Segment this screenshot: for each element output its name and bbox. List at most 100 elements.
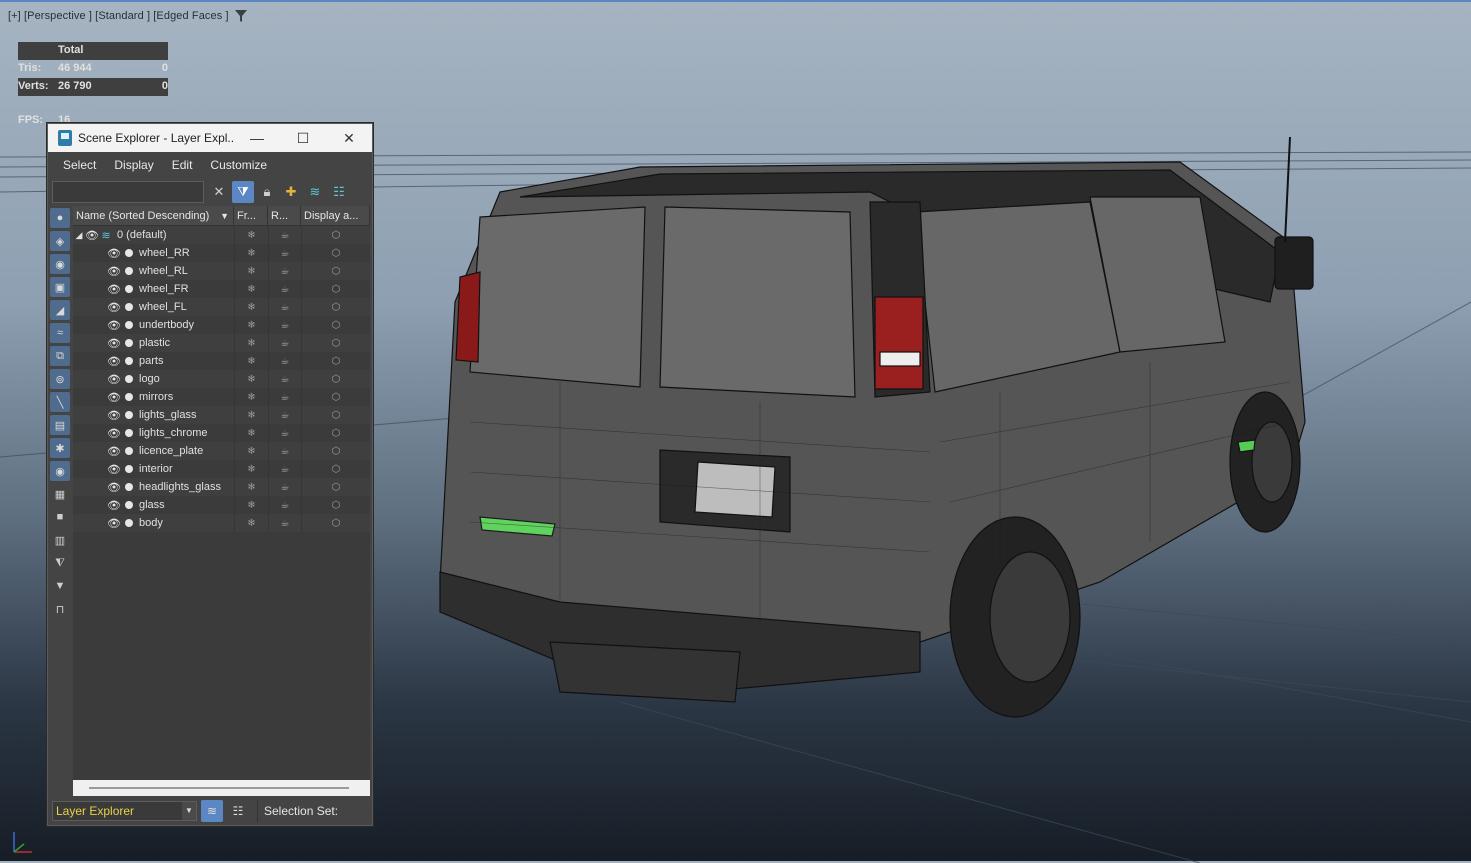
selection-set-label[interactable]: Selection Set: xyxy=(257,799,338,822)
menu-customize[interactable]: Customize xyxy=(201,158,276,172)
layer-row[interactable]: 👁︎ mirrors ❄ ☕︎ ⬡ xyxy=(73,388,370,406)
cube-icon[interactable]: ⬡ xyxy=(301,244,370,262)
eye-icon[interactable]: 👁︎ xyxy=(107,265,121,278)
snowflake-icon[interactable]: ❄ xyxy=(234,298,268,316)
chevron-down-icon[interactable]: ▼ xyxy=(182,801,196,820)
explorer-titlebar[interactable]: Scene Explorer - Layer Expl... — ☐ ✕ xyxy=(48,124,372,152)
snowflake-icon[interactable]: ❄ xyxy=(234,496,268,514)
layer-row[interactable]: 👁︎ wheel_RL ❄ ☕︎ ⬡ xyxy=(73,262,370,280)
cube-icon[interactable]: ⬡ xyxy=(301,352,370,370)
layer-row[interactable]: 👁︎ interior ❄ ☕︎ ⬡ xyxy=(73,460,370,478)
display-cameras-icon[interactable]: ▣ xyxy=(50,277,70,297)
cube-icon[interactable]: ⬡ xyxy=(301,298,370,316)
cube-icon[interactable]: ⬡ xyxy=(301,424,370,442)
display-xrefs-icon[interactable]: ⊚ xyxy=(50,369,70,389)
snowflake-icon[interactable]: ❄ xyxy=(234,442,268,460)
display-all-icon[interactable]: ▦ xyxy=(50,484,70,504)
snowflake-icon[interactable]: ❄ xyxy=(234,352,268,370)
teapot-icon[interactable]: ☕︎ xyxy=(268,226,301,244)
eye-icon[interactable]: 👁︎ xyxy=(107,463,121,476)
layers-icon[interactable]: ≋ xyxy=(201,799,223,822)
snowflake-icon[interactable]: ❄ xyxy=(234,226,268,244)
display-lights-icon[interactable]: ◉ xyxy=(50,254,70,274)
column-name[interactable]: Name (Sorted Descending) ▼ xyxy=(73,206,234,225)
display-helpers-icon[interactable]: ◢ xyxy=(50,300,70,320)
layer-row[interactable]: 👁︎ parts ❄ ☕︎ ⬡ xyxy=(73,352,370,370)
layer-row-default[interactable]: ◢ 👁︎ ≋ 0 (default) ❄ ☕︎ ⬡ xyxy=(73,226,370,244)
display-hidden-icon[interactable]: ◉ xyxy=(50,461,70,481)
cube-icon[interactable]: ⬡ xyxy=(301,460,370,478)
filter-off-icon[interactable]: ⧨ xyxy=(50,553,70,573)
cube-icon[interactable]: ⬡ xyxy=(301,226,370,244)
snowflake-icon[interactable]: ❄ xyxy=(234,262,268,280)
display-none-icon[interactable]: ■ xyxy=(50,507,70,527)
menu-display[interactable]: Display xyxy=(105,158,162,172)
eye-icon[interactable]: 👁︎ xyxy=(107,427,121,440)
teapot-icon[interactable]: ☕︎ xyxy=(268,352,301,370)
display-bones-icon[interactable]: ╲ xyxy=(50,392,70,412)
column-render[interactable]: R... xyxy=(268,206,301,225)
cube-icon[interactable]: ⬡ xyxy=(301,442,370,460)
cube-icon[interactable]: ⬡ xyxy=(301,478,370,496)
search-input[interactable] xyxy=(52,181,204,203)
cube-icon[interactable]: ⬡ xyxy=(301,262,370,280)
explorer-type-dropdown[interactable]: Layer Explorer ▼ xyxy=(52,800,197,821)
cube-icon[interactable]: ⬡ xyxy=(301,388,370,406)
snowflake-icon[interactable]: ❄ xyxy=(234,478,268,496)
collapse-arrow-icon[interactable]: ◢ xyxy=(73,230,85,241)
cube-icon[interactable]: ⬡ xyxy=(301,316,370,334)
teapot-icon[interactable]: ☕︎ xyxy=(268,388,301,406)
layer-row[interactable]: 👁︎ wheel_FR ❄ ☕︎ ⬡ xyxy=(73,280,370,298)
cube-icon[interactable]: ⬡ xyxy=(301,334,370,352)
layer-row[interactable]: 👁︎ licence_plate ❄ ☕︎ ⬡ xyxy=(73,442,370,460)
eye-icon[interactable]: 👁︎ xyxy=(107,319,121,332)
maximize-icon[interactable]: ☐ xyxy=(280,124,326,152)
teapot-icon[interactable]: ☕︎ xyxy=(268,460,301,478)
layer-row[interactable]: 👁︎ wheel_RR ❄ ☕︎ ⬡ xyxy=(73,244,370,262)
layer-row[interactable]: 👁︎ plastic ❄ ☕︎ ⬡ xyxy=(73,334,370,352)
menu-edit[interactable]: Edit xyxy=(163,158,202,172)
minimize-icon[interactable]: — xyxy=(234,124,280,152)
teapot-icon[interactable]: ☕︎ xyxy=(268,514,301,532)
snowflake-icon[interactable]: ❄ xyxy=(234,460,268,478)
eye-icon[interactable]: 👁︎ xyxy=(107,337,121,350)
cube-icon[interactable]: ⬡ xyxy=(301,496,370,514)
layer-row[interactable]: 👁︎ glass ❄ ☕︎ ⬡ xyxy=(73,496,370,514)
snowflake-icon[interactable]: ❄ xyxy=(234,334,268,352)
eye-icon[interactable]: 👁︎ xyxy=(107,499,121,512)
filter-icon[interactable]: ▼ xyxy=(50,576,70,596)
display-containers-icon[interactable]: ▤ xyxy=(50,415,70,435)
horizontal-scrollbar[interactable] xyxy=(73,780,370,796)
display-geometry-icon[interactable]: ● xyxy=(50,208,70,228)
eye-icon[interactable]: 👁︎ xyxy=(107,301,121,314)
teapot-icon[interactable]: ☕︎ xyxy=(268,370,301,388)
eye-icon[interactable]: 👁︎ xyxy=(107,283,121,296)
teapot-icon[interactable]: ☕︎ xyxy=(268,478,301,496)
display-frozen-icon[interactable]: ✱ xyxy=(50,438,70,458)
layer-row[interactable]: 👁︎ headlights_glass ❄ ☕︎ ⬡ xyxy=(73,478,370,496)
viewport-label-text[interactable]: [+] [Perspective ] [Standard ] [Edged Fa… xyxy=(8,10,229,22)
filter-icon[interactable]: ⧩ xyxy=(232,181,254,203)
teapot-icon[interactable]: ☕︎ xyxy=(268,298,301,316)
snowflake-icon[interactable]: ❄ xyxy=(234,370,268,388)
layer-row[interactable]: 👁︎ logo ❄ ☕︎ ⬡ xyxy=(73,370,370,388)
snowflake-icon[interactable]: ❄ xyxy=(234,388,268,406)
eye-icon[interactable]: 👁︎ xyxy=(107,409,121,422)
teapot-icon[interactable]: ☕︎ xyxy=(268,244,301,262)
eye-icon[interactable]: 👁︎ xyxy=(107,247,121,260)
scrollbar-thumb[interactable] xyxy=(89,787,349,789)
hierarchy-icon[interactable]: ⊓ xyxy=(50,599,70,619)
eye-icon[interactable]: 👁︎ xyxy=(107,355,121,368)
cube-icon[interactable]: ⬡ xyxy=(301,514,370,532)
cube-icon[interactable]: ⬡ xyxy=(301,406,370,424)
lock-icon[interactable]: 🔒︎ xyxy=(256,181,278,203)
add-layer-icon[interactable]: ✚ xyxy=(280,181,302,203)
teapot-icon[interactable]: ☕︎ xyxy=(268,424,301,442)
snowflake-icon[interactable]: ❄ xyxy=(234,424,268,442)
snowflake-icon[interactable]: ❄ xyxy=(234,316,268,334)
display-groups-icon[interactable]: ⧉ xyxy=(50,346,70,366)
snowflake-icon[interactable]: ❄ xyxy=(234,244,268,262)
layer-row[interactable]: 👁︎ body ❄ ☕︎ ⬡ xyxy=(73,514,370,532)
layer-row[interactable]: 👁︎ wheel_FL ❄ ☕︎ ⬡ xyxy=(73,298,370,316)
cube-icon[interactable]: ⬡ xyxy=(301,370,370,388)
